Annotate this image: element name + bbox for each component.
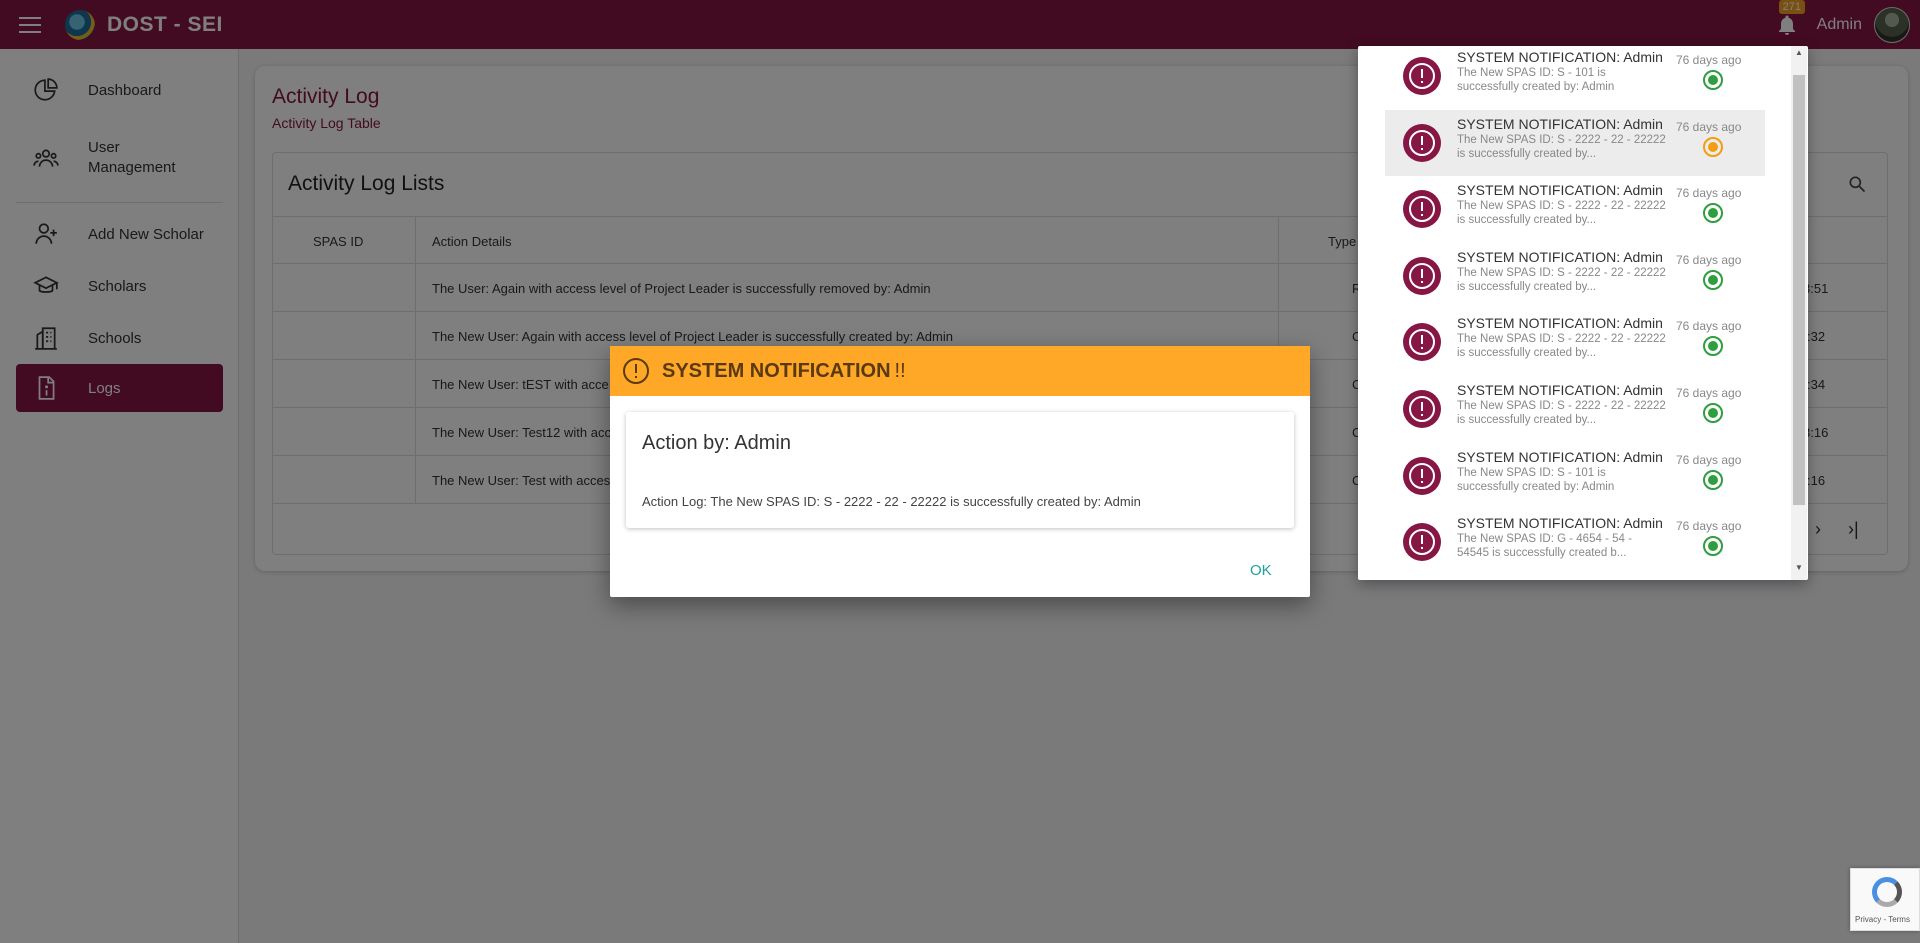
dialog-title: SYSTEM NOTIFICATION bbox=[662, 359, 891, 382]
notification-time: 76 days ago bbox=[1676, 53, 1742, 67]
recaptcha-links[interactable]: Privacy - Terms bbox=[1855, 915, 1910, 924]
alert-icon bbox=[1403, 190, 1441, 228]
alert-icon bbox=[1403, 257, 1441, 295]
notification-message: The New SPAS ID: G - 4654 - 54 - 54545 i… bbox=[1457, 533, 1632, 559]
scrollbar-thumb[interactable] bbox=[1793, 75, 1805, 505]
scroll-up-icon[interactable]: ▲ bbox=[1795, 48, 1803, 57]
notification-message: The New SPAS ID: S - 2222 - 22 - 22222 i… bbox=[1457, 333, 1666, 359]
notification-title: SYSTEM NOTIFICATION: Admin bbox=[1457, 449, 1663, 465]
notification-time: 76 days ago bbox=[1676, 386, 1742, 400]
dialog-content-card: Action by: Admin Action Log: The New SPA… bbox=[626, 412, 1294, 528]
notification-item[interactable]: SYSTEM NOTIFICATION: Admin The New SPAS … bbox=[1385, 443, 1765, 509]
notification-time: 76 days ago bbox=[1676, 120, 1742, 134]
recaptcha-badge[interactable]: Privacy - Terms bbox=[1850, 868, 1920, 931]
notification-item[interactable]: SYSTEM NOTIFICATION: Admin The New SPAS … bbox=[1385, 43, 1765, 109]
notification-title: SYSTEM NOTIFICATION: Admin bbox=[1457, 49, 1663, 65]
dialog-action-log: Action Log: The New SPAS ID: S - 2222 - … bbox=[642, 494, 1141, 509]
alert-icon bbox=[1403, 124, 1441, 162]
notification-title: SYSTEM NOTIFICATION: Admin bbox=[1457, 182, 1663, 198]
notification-item[interactable]: SYSTEM NOTIFICATION: Admin The New SPAS … bbox=[1385, 376, 1765, 442]
notification-message: The New SPAS ID: S - 2222 - 22 - 22222 i… bbox=[1457, 400, 1666, 426]
notification-message: The New SPAS ID: S - 2222 - 22 - 22222 i… bbox=[1457, 134, 1666, 160]
status-dot-icon bbox=[1703, 270, 1723, 290]
notification-item[interactable]: SYSTEM NOTIFICATION: Admin The New SPAS … bbox=[1385, 309, 1765, 375]
alert-icon bbox=[1403, 523, 1441, 561]
dialog-header: SYSTEM NOTIFICATION !! bbox=[610, 346, 1310, 396]
dialog-actor: Action by: Admin bbox=[642, 432, 791, 454]
status-dot-icon bbox=[1703, 137, 1723, 157]
alert-icon bbox=[1403, 390, 1441, 428]
notification-item[interactable]: SYSTEM NOTIFICATION: Admin The New SPAS … bbox=[1385, 110, 1765, 176]
notification-time: 76 days ago bbox=[1676, 186, 1742, 200]
notification-time: 76 days ago bbox=[1676, 253, 1742, 267]
notification-title: SYSTEM NOTIFICATION: Admin bbox=[1457, 382, 1663, 398]
notification-time: 76 days ago bbox=[1676, 453, 1742, 467]
system-notification-dialog: SYSTEM NOTIFICATION !! Action by: Admin … bbox=[610, 346, 1310, 597]
notification-message: The New SPAS ID: S - 2222 - 22 - 22222 i… bbox=[1457, 267, 1666, 293]
dialog-title-emphasis: !! bbox=[894, 359, 906, 382]
alert-icon bbox=[1403, 457, 1441, 495]
notification-item[interactable]: SYSTEM NOTIFICATION: Admin The New SPAS … bbox=[1385, 243, 1765, 309]
scroll-down-icon[interactable]: ▼ bbox=[1795, 563, 1803, 572]
alert-icon bbox=[1403, 57, 1441, 95]
notification-item[interactable]: SYSTEM NOTIFICATION: Admin The New SPAS … bbox=[1385, 509, 1765, 575]
status-dot-icon bbox=[1703, 536, 1723, 556]
notification-title: SYSTEM NOTIFICATION: Admin bbox=[1457, 116, 1663, 132]
status-dot-icon bbox=[1703, 336, 1723, 356]
notification-message: The New SPAS ID: S - 101 is successfully… bbox=[1457, 67, 1615, 93]
notification-time: 76 days ago bbox=[1676, 319, 1742, 333]
alert-icon bbox=[1403, 323, 1441, 361]
notification-time: 76 days ago bbox=[1676, 519, 1742, 533]
ok-button[interactable]: OK bbox=[1250, 562, 1272, 579]
status-dot-icon bbox=[1703, 203, 1723, 223]
notification-title: SYSTEM NOTIFICATION: Admin bbox=[1457, 315, 1663, 331]
notification-message: The New SPAS ID: S - 2222 - 22 - 22222 i… bbox=[1457, 200, 1666, 226]
recaptcha-icon bbox=[1872, 877, 1902, 907]
notification-title: SYSTEM NOTIFICATION: Admin bbox=[1457, 249, 1663, 265]
status-dot-icon bbox=[1703, 470, 1723, 490]
alert-icon bbox=[623, 358, 649, 384]
status-dot-icon bbox=[1703, 70, 1723, 90]
notification-item[interactable]: SYSTEM NOTIFICATION: Admin The New SPAS … bbox=[1385, 176, 1765, 242]
notification-message: The New SPAS ID: S - 101 is successfully… bbox=[1457, 467, 1615, 493]
notification-title: SYSTEM NOTIFICATION: Admin bbox=[1457, 515, 1663, 531]
status-dot-icon bbox=[1703, 403, 1723, 423]
